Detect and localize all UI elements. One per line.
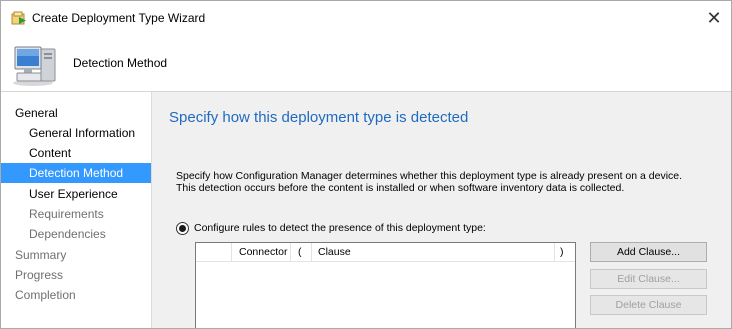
add-clause-button[interactable]: Add Clause...	[590, 242, 707, 262]
column-header-close-paren[interactable]: )	[555, 243, 574, 261]
nav-item-general[interactable]: General	[1, 103, 151, 123]
column-header-open-paren[interactable]: (	[291, 243, 312, 261]
nav-item-content[interactable]: Content	[1, 143, 151, 163]
nav-item-label: Completion	[15, 288, 76, 302]
column-header-label: Clause	[318, 246, 351, 258]
nav-item-requirements: Requirements	[1, 204, 151, 224]
column-header-label: )	[560, 246, 564, 258]
nav-item-user-experience[interactable]: User Experience	[1, 184, 151, 204]
clause-table[interactable]: Connector ( Clause )	[195, 242, 576, 328]
header-title: Detection Method	[73, 56, 168, 70]
title-bar: Create Deployment Type Wizard ✕	[1, 1, 731, 35]
column-header-label: (	[298, 246, 302, 258]
nav-item-detection-method[interactable]: Detection Method	[1, 163, 151, 183]
nav-item-progress: Progress	[1, 265, 151, 285]
radio-selected-dot	[179, 225, 186, 232]
close-button[interactable]: ✕	[703, 7, 725, 29]
window-title: Create Deployment Type Wizard	[32, 11, 206, 25]
main-panel: Specify how this deployment type is dete…	[152, 92, 731, 328]
nav-item-label: Requirements	[29, 207, 104, 221]
page-heading: Specify how this deployment type is dete…	[169, 109, 469, 126]
nav-item-label: General Information	[29, 126, 136, 140]
nav-item-label: Content	[29, 146, 72, 160]
close-icon: ✕	[706, 8, 722, 28]
computer-icon	[13, 46, 56, 86]
nav-item-label: User Experience	[29, 187, 118, 201]
nav-item-general-information[interactable]: General Information	[1, 123, 151, 143]
configure-rules-radio[interactable]	[176, 222, 189, 235]
wizard-header: Detection Method	[1, 35, 731, 92]
clause-table-header: Connector ( Clause )	[196, 243, 575, 262]
nav-item-label: Summary	[15, 248, 67, 262]
wizard-window: Create Deployment Type Wizard ✕ Detectio…	[0, 0, 732, 329]
nav-item-dependencies: Dependencies	[1, 224, 151, 244]
page-description: Specify how Configuration Manager determ…	[176, 170, 683, 194]
nav-item-label: General	[15, 106, 58, 120]
column-header-select[interactable]	[196, 243, 232, 261]
column-header-label: Connector	[239, 246, 288, 258]
column-header-clause[interactable]: Clause	[312, 243, 555, 261]
nav-item-label: Progress	[15, 268, 64, 282]
configure-rules-label[interactable]: Configure rules to detect the presence o…	[194, 221, 486, 235]
edit-clause-button: Edit Clause...	[590, 269, 707, 289]
wizard-app-icon	[11, 11, 26, 25]
nav-item-summary: Summary	[1, 245, 151, 265]
delete-clause-button: Delete Clause	[590, 295, 707, 315]
nav-item-completion: Completion	[1, 285, 151, 305]
wizard-nav: General General Information Content Dete…	[1, 92, 152, 328]
nav-item-label: Dependencies	[29, 227, 106, 241]
nav-item-label: Detection Method	[29, 166, 124, 180]
column-header-connector[interactable]: Connector	[232, 243, 291, 261]
